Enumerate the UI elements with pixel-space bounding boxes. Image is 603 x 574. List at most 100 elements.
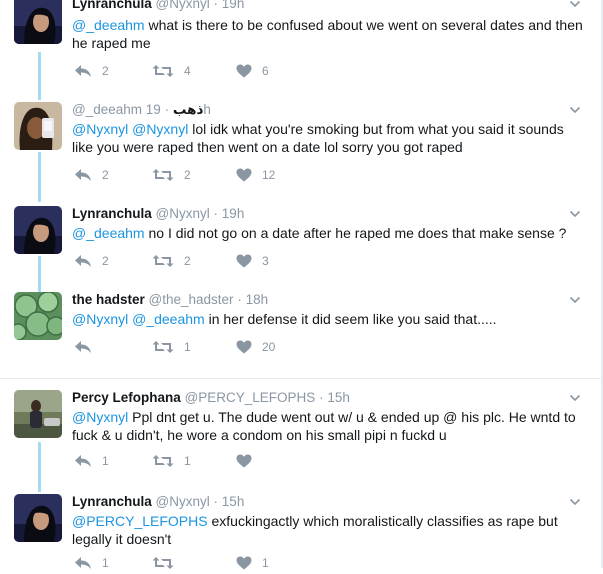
chevron-down-icon[interactable]: [569, 104, 581, 116]
conversation-divider: [0, 378, 603, 379]
username[interactable]: @the_hadster: [149, 292, 234, 307]
mention-link[interactable]: @Nyxnyl: [72, 409, 128, 425]
avatar[interactable]: [14, 206, 62, 254]
separator-dot: ·: [213, 0, 219, 11]
avatar[interactable]: [14, 390, 62, 438]
like-count: 20: [262, 340, 276, 354]
display-name[interactable]: Percy Lefophana: [72, 390, 181, 405]
username[interactable]: @Nyxnyl: [156, 494, 210, 509]
avatar[interactable]: [14, 102, 62, 150]
heart-icon: [236, 168, 252, 182]
heart-icon: [236, 254, 252, 268]
reply-button[interactable]: 2: [74, 64, 109, 78]
like-button[interactable]: 3: [236, 254, 269, 268]
avatar[interactable]: [14, 0, 62, 44]
tweet-text: @Nyxnyl @Nyxnyl lol idk what you're smok…: [72, 120, 587, 156]
timestamp[interactable]: 15h: [327, 390, 350, 405]
chevron-down-icon[interactable]: [569, 496, 581, 508]
reply-icon: [75, 169, 91, 181]
like-count: 12: [262, 168, 276, 182]
mention-link[interactable]: @_deeahm: [72, 17, 145, 33]
retweet-icon: [152, 255, 174, 267]
chevron-down-icon[interactable]: [569, 208, 581, 220]
reply-count: 2: [102, 254, 109, 268]
retweet-icon: [152, 65, 174, 77]
reply-icon: [75, 341, 91, 353]
reply-icon: [75, 255, 91, 267]
retweet-button[interactable]: 1: [152, 340, 191, 354]
like-button[interactable]: 6: [236, 64, 269, 78]
retweet-count: 4: [184, 64, 191, 78]
thread-connector: [38, 52, 41, 100]
timestamp[interactable]: 19h: [222, 206, 245, 221]
tweet-text: @_deeahm no I did not go on a date after…: [72, 224, 587, 242]
tweet-text: @Nyxnyl Ppl dnt get u. The dude went out…: [72, 408, 587, 444]
like-count: 6: [262, 64, 269, 78]
tweet-text-content: in her defense it did seem like you said…: [204, 311, 497, 327]
reply-button[interactable]: 2: [74, 168, 109, 182]
tweet-text: @_deeahm what is there to be confused ab…: [72, 16, 587, 52]
separator-dot: ·: [319, 390, 324, 405]
tweet-header: Lynranchula @Nyxnyl · 15h: [72, 494, 244, 510]
retweet-button[interactable]: 2: [152, 254, 191, 268]
display-name[interactable]: Lynranchula: [72, 494, 152, 509]
reply-icon: [75, 455, 91, 467]
tweet-header: Lynranchula @Nyxnyl · 19h: [72, 0, 244, 12]
username[interactable]: @Nyxnyl: [156, 0, 210, 11]
display-name[interactable]: Lynranchula: [72, 206, 152, 221]
like-button[interactable]: [236, 454, 262, 468]
heart-icon: [236, 454, 252, 468]
timestamp[interactable]: 18h: [246, 292, 269, 307]
tweet-header: @_deeahm ذهب · 19h: [72, 102, 211, 118]
tweet-text-content: what is there to be confused about we we…: [72, 17, 583, 51]
mention-link[interactable]: @Nyxnyl @Nyxnyl: [72, 121, 188, 137]
tweet-text: @PERCY_LEFOPHS exfuckingactly which mora…: [72, 512, 587, 548]
timestamp[interactable]: 19h: [222, 0, 245, 11]
chevron-down-icon[interactable]: [569, 294, 581, 306]
thread-connector: [38, 152, 41, 202]
retweet-icon: [152, 169, 174, 181]
username[interactable]: @Nyxnyl: [156, 206, 210, 221]
thread-connector: [38, 256, 41, 292]
retweet-count: 2: [184, 168, 191, 182]
mention-link[interactable]: @Nyxnyl @_deeahm: [72, 311, 205, 327]
chevron-down-icon[interactable]: [569, 392, 581, 404]
separator-dot: ·: [164, 102, 170, 117]
tweet-header: Percy Lefophana @PERCY_LEFOPHS · 15h: [72, 390, 350, 406]
username[interactable]: @_deeahm: [72, 102, 142, 117]
tweet-text-content: Ppl dnt get u. The dude went out w/ u & …: [72, 409, 576, 443]
heart-icon: [236, 64, 252, 78]
retweet-icon: [152, 341, 174, 353]
display-name[interactable]: ذهب: [173, 102, 204, 117]
reply-button[interactable]: 1: [74, 454, 109, 468]
retweet-button[interactable]: 4: [152, 64, 191, 78]
like-button[interactable]: 20: [236, 340, 275, 354]
retweet-count: 1: [184, 340, 191, 354]
retweet-button[interactable]: 2: [152, 168, 191, 182]
tweet-header: Lynranchula @Nyxnyl · 19h: [72, 206, 244, 222]
avatar[interactable]: [14, 292, 62, 340]
reply-icon: [75, 65, 91, 77]
retweet-icon: [152, 455, 174, 467]
tweet-header: the hadster @the_hadster · 18h: [72, 292, 268, 308]
reply-count: 2: [102, 168, 109, 182]
reply-button[interactable]: 2: [74, 254, 109, 268]
thread-connector: [38, 442, 41, 492]
retweet-count: 2: [184, 254, 191, 268]
tweet-text: @Nyxnyl @_deeahm in her defense it did s…: [72, 310, 587, 328]
mention-link[interactable]: @PERCY_LEFOPHS: [72, 513, 208, 529]
timestamp[interactable]: 15h: [222, 494, 245, 509]
display-name[interactable]: Lynranchula: [72, 0, 152, 11]
like-count: 3: [262, 254, 269, 268]
avatar[interactable]: [14, 494, 62, 542]
username[interactable]: @PERCY_LEFOPHS: [185, 390, 316, 405]
reply-button[interactable]: [74, 340, 102, 354]
chevron-down-icon[interactable]: [569, 0, 581, 10]
mention-link[interactable]: @_deeahm: [72, 225, 145, 241]
separator-dot: ·: [213, 494, 219, 509]
separator-dot: ·: [213, 206, 219, 221]
display-name[interactable]: the hadster: [72, 292, 145, 307]
retweet-button[interactable]: 1: [152, 454, 191, 468]
like-button[interactable]: 12: [236, 168, 275, 182]
tweet-text-content: no I did not go on a date after he raped…: [144, 225, 567, 241]
